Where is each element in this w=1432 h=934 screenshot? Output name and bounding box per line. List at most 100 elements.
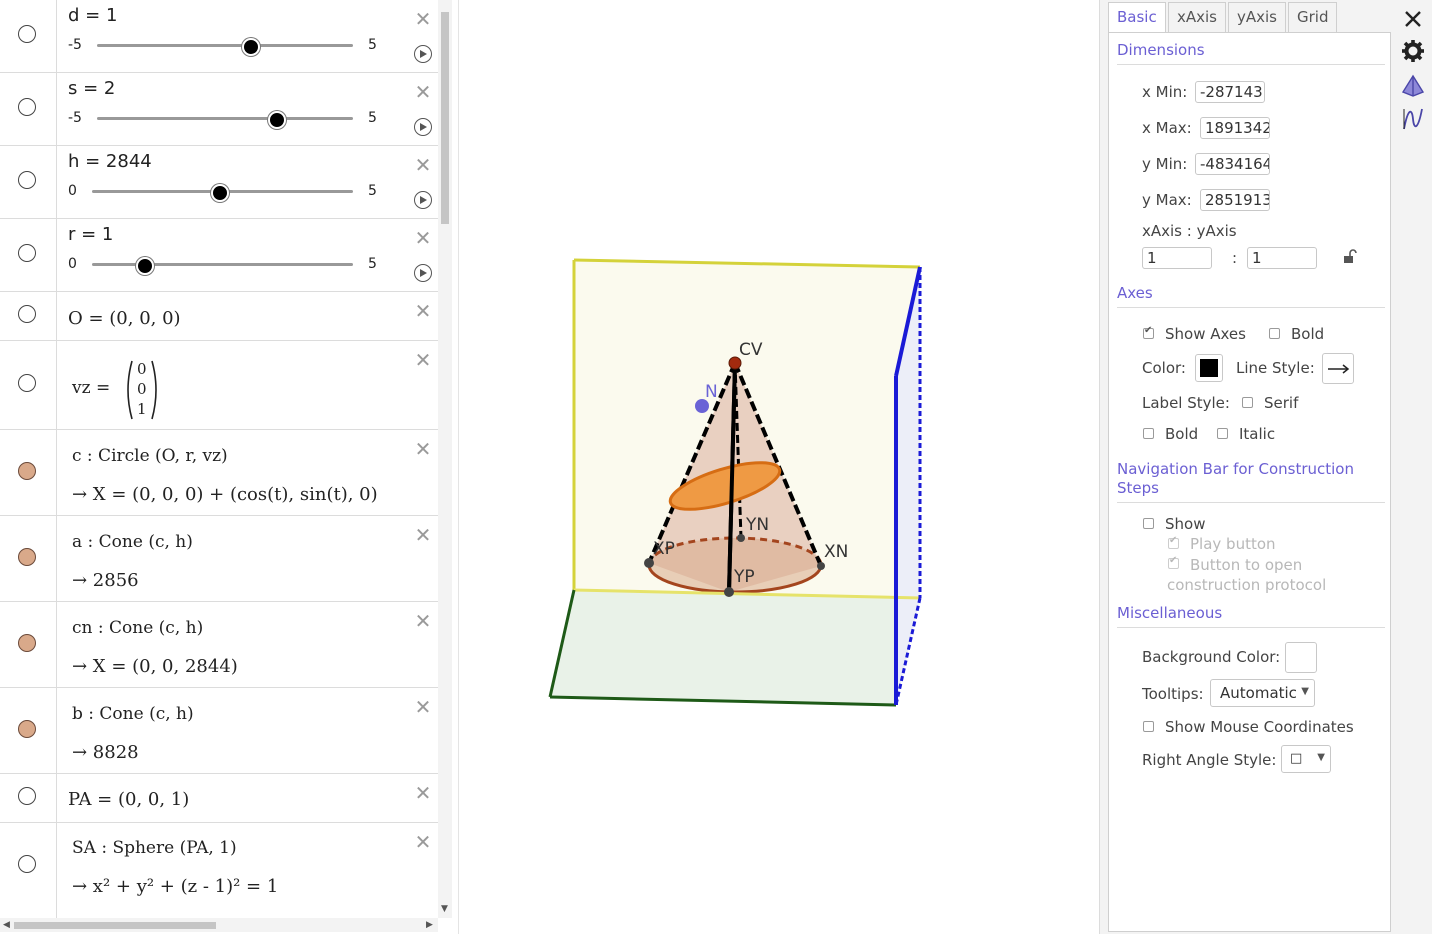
scroll-thumb[interactable] [441, 12, 449, 224]
slider-label[interactable]: h = 2844 [68, 151, 152, 172]
close-icon[interactable]: ✕ [414, 9, 432, 29]
slider-knob[interactable] [242, 38, 260, 56]
italic-checkbox[interactable] [1217, 428, 1228, 439]
play-icon[interactable] [414, 45, 432, 63]
algebra-definition[interactable]: SA : Sphere (PA, 1) [72, 838, 237, 858]
point-xn[interactable] [817, 562, 825, 570]
algebra-definition[interactable]: b : Cone (c, h) [72, 704, 194, 724]
function-graph-icon[interactable] [1400, 106, 1426, 132]
tab-grid[interactable]: Grid [1288, 2, 1338, 32]
close-icon[interactable]: ✕ [414, 350, 432, 370]
algebra-item-c[interactable]: c : Circle (O, r, vz) → X = (0, 0, 0) + … [0, 430, 438, 516]
ratio-y-field[interactable]: 1 [1247, 247, 1317, 269]
slider-track[interactable] [92, 263, 353, 266]
algebra-item-pa[interactable]: PA = (0, 0, 1) ✕ [0, 774, 438, 823]
algebra-vertical-scrollbar[interactable]: ▼ [438, 0, 452, 918]
slider-row-d[interactable]: d = 1 -5 5 ✕ [0, 0, 438, 73]
algebra-item-text[interactable]: O = (0, 0, 0) [68, 308, 181, 329]
close-icon[interactable]: ✕ [414, 832, 432, 852]
close-icon[interactable]: ✕ [414, 611, 432, 631]
xmin-field[interactable]: -287143 [1195, 81, 1265, 103]
algebra-item-a[interactable]: a : Cone (c, h) → 2856 ✕ [0, 516, 438, 602]
bg-color-swatch[interactable] [1285, 642, 1317, 673]
axes-color-swatch[interactable] [1195, 354, 1223, 382]
algebra-item-text[interactable]: PA = (0, 0, 1) [68, 789, 189, 810]
tab-basic[interactable]: Basic [1108, 2, 1166, 33]
point-yn[interactable] [737, 534, 745, 542]
scroll-right-icon[interactable]: ▶ [426, 920, 433, 930]
visibility-toggle[interactable] [18, 855, 36, 873]
show-mouse-coords-checkbox[interactable] [1143, 721, 1154, 732]
slider-row-s[interactable]: s = 2 -5 5 ✕ [0, 73, 438, 146]
point-xp[interactable] [644, 558, 654, 568]
visibility-toggle[interactable] [18, 171, 36, 189]
scroll-left-icon[interactable]: ◀ [3, 920, 10, 930]
visibility-toggle[interactable] [18, 634, 36, 652]
slider-label[interactable]: r = 1 [68, 224, 113, 245]
pyramid-3d-icon[interactable] [1400, 73, 1426, 99]
line-style-button[interactable] [1322, 353, 1354, 384]
visibility-toggle[interactable] [18, 98, 36, 116]
xmax-field[interactable]: 1891342 [1200, 117, 1270, 139]
visibility-toggle[interactable] [18, 244, 36, 262]
slider-row-r[interactable]: r = 1 0 5 ✕ [0, 219, 438, 292]
visibility-toggle[interactable] [18, 548, 36, 566]
close-icon[interactable]: ✕ [414, 301, 432, 321]
visibility-toggle[interactable] [18, 462, 36, 480]
slider-knob[interactable] [211, 184, 229, 202]
close-icon[interactable]: ✕ [414, 155, 432, 175]
play-icon[interactable] [414, 264, 432, 282]
slider-knob[interactable] [136, 257, 154, 275]
slider-label[interactable]: d = 1 [68, 5, 117, 26]
close-icon[interactable]: ✕ [414, 82, 432, 102]
ratio-x-field[interactable]: 1 [1142, 247, 1212, 269]
play-icon[interactable] [414, 191, 432, 209]
algebra-definition[interactable]: cn : Cone (c, h) [72, 618, 203, 638]
visibility-toggle[interactable] [18, 374, 36, 392]
slider-track[interactable] [97, 117, 353, 120]
algebra-item-vz[interactable]: vz = 0 0 1 ✕ [0, 341, 438, 430]
tab-xaxis[interactable]: xAxis [1168, 2, 1226, 32]
scroll-down-icon[interactable]: ▼ [441, 904, 448, 914]
close-icon[interactable] [1400, 6, 1426, 32]
tab-yaxis[interactable]: yAxis [1228, 2, 1286, 32]
algebra-definition[interactable]: c : Circle (O, r, vz) [72, 446, 228, 466]
close-icon[interactable]: ✕ [414, 439, 432, 459]
slider-label[interactable]: s = 2 [68, 78, 115, 99]
tooltips-dropdown[interactable]: Automatic ▼ [1210, 679, 1315, 707]
label-bold-checkbox[interactable] [1143, 428, 1154, 439]
algebra-item-o[interactable]: O = (0, 0, 0) ✕ [0, 292, 438, 341]
visibility-toggle[interactable] [18, 25, 36, 43]
scroll-thumb[interactable] [14, 922, 216, 929]
close-icon[interactable]: ✕ [414, 228, 432, 248]
ymax-field[interactable]: 2851913 [1200, 189, 1270, 211]
algebra-horizontal-scrollbar[interactable]: ◀ ▶ [0, 918, 438, 932]
visibility-toggle[interactable] [18, 720, 36, 738]
visibility-toggle[interactable] [18, 787, 36, 805]
close-icon[interactable]: ✕ [414, 697, 432, 717]
visibility-toggle[interactable] [18, 305, 36, 323]
point-yp[interactable] [724, 587, 734, 597]
algebra-item-cn[interactable]: cn : Cone (c, h) → X = (0, 0, 2844) ✕ [0, 602, 438, 688]
algebra-item-b[interactable]: b : Cone (c, h) → 8828 ✕ [0, 688, 438, 774]
vector-name[interactable]: vz = [72, 378, 110, 398]
slider-row-h[interactable]: h = 2844 0 5 ✕ [0, 146, 438, 219]
right-angle-dropdown[interactable]: □ ▼ [1281, 745, 1331, 773]
ymin-field[interactable]: -4834164 [1195, 153, 1270, 175]
gear-icon[interactable] [1400, 38, 1426, 64]
unlock-icon[interactable] [1341, 248, 1357, 264]
graphics-canvas[interactable]: CV N YN XN YP XP [459, 0, 1099, 934]
slider-knob[interactable] [268, 111, 286, 129]
play-icon[interactable] [414, 118, 432, 136]
serif-checkbox[interactable] [1242, 397, 1253, 408]
algebra-item-sa[interactable]: SA : Sphere (PA, 1) → x² + y² + (z - 1)²… [0, 823, 438, 918]
close-icon[interactable]: ✕ [414, 525, 432, 545]
navbar-show-checkbox[interactable] [1143, 518, 1154, 529]
bold-axes-checkbox[interactable] [1269, 328, 1280, 339]
graphics-3d-view[interactable]: CV N YN XN YP XP [459, 0, 1099, 934]
algebra-definition[interactable]: a : Cone (c, h) [72, 532, 193, 552]
slider-track[interactable] [97, 44, 353, 47]
show-axes-checkbox[interactable] [1143, 325, 1154, 339]
section-axes: Axes [1117, 284, 1153, 302]
close-icon[interactable]: ✕ [414, 783, 432, 803]
